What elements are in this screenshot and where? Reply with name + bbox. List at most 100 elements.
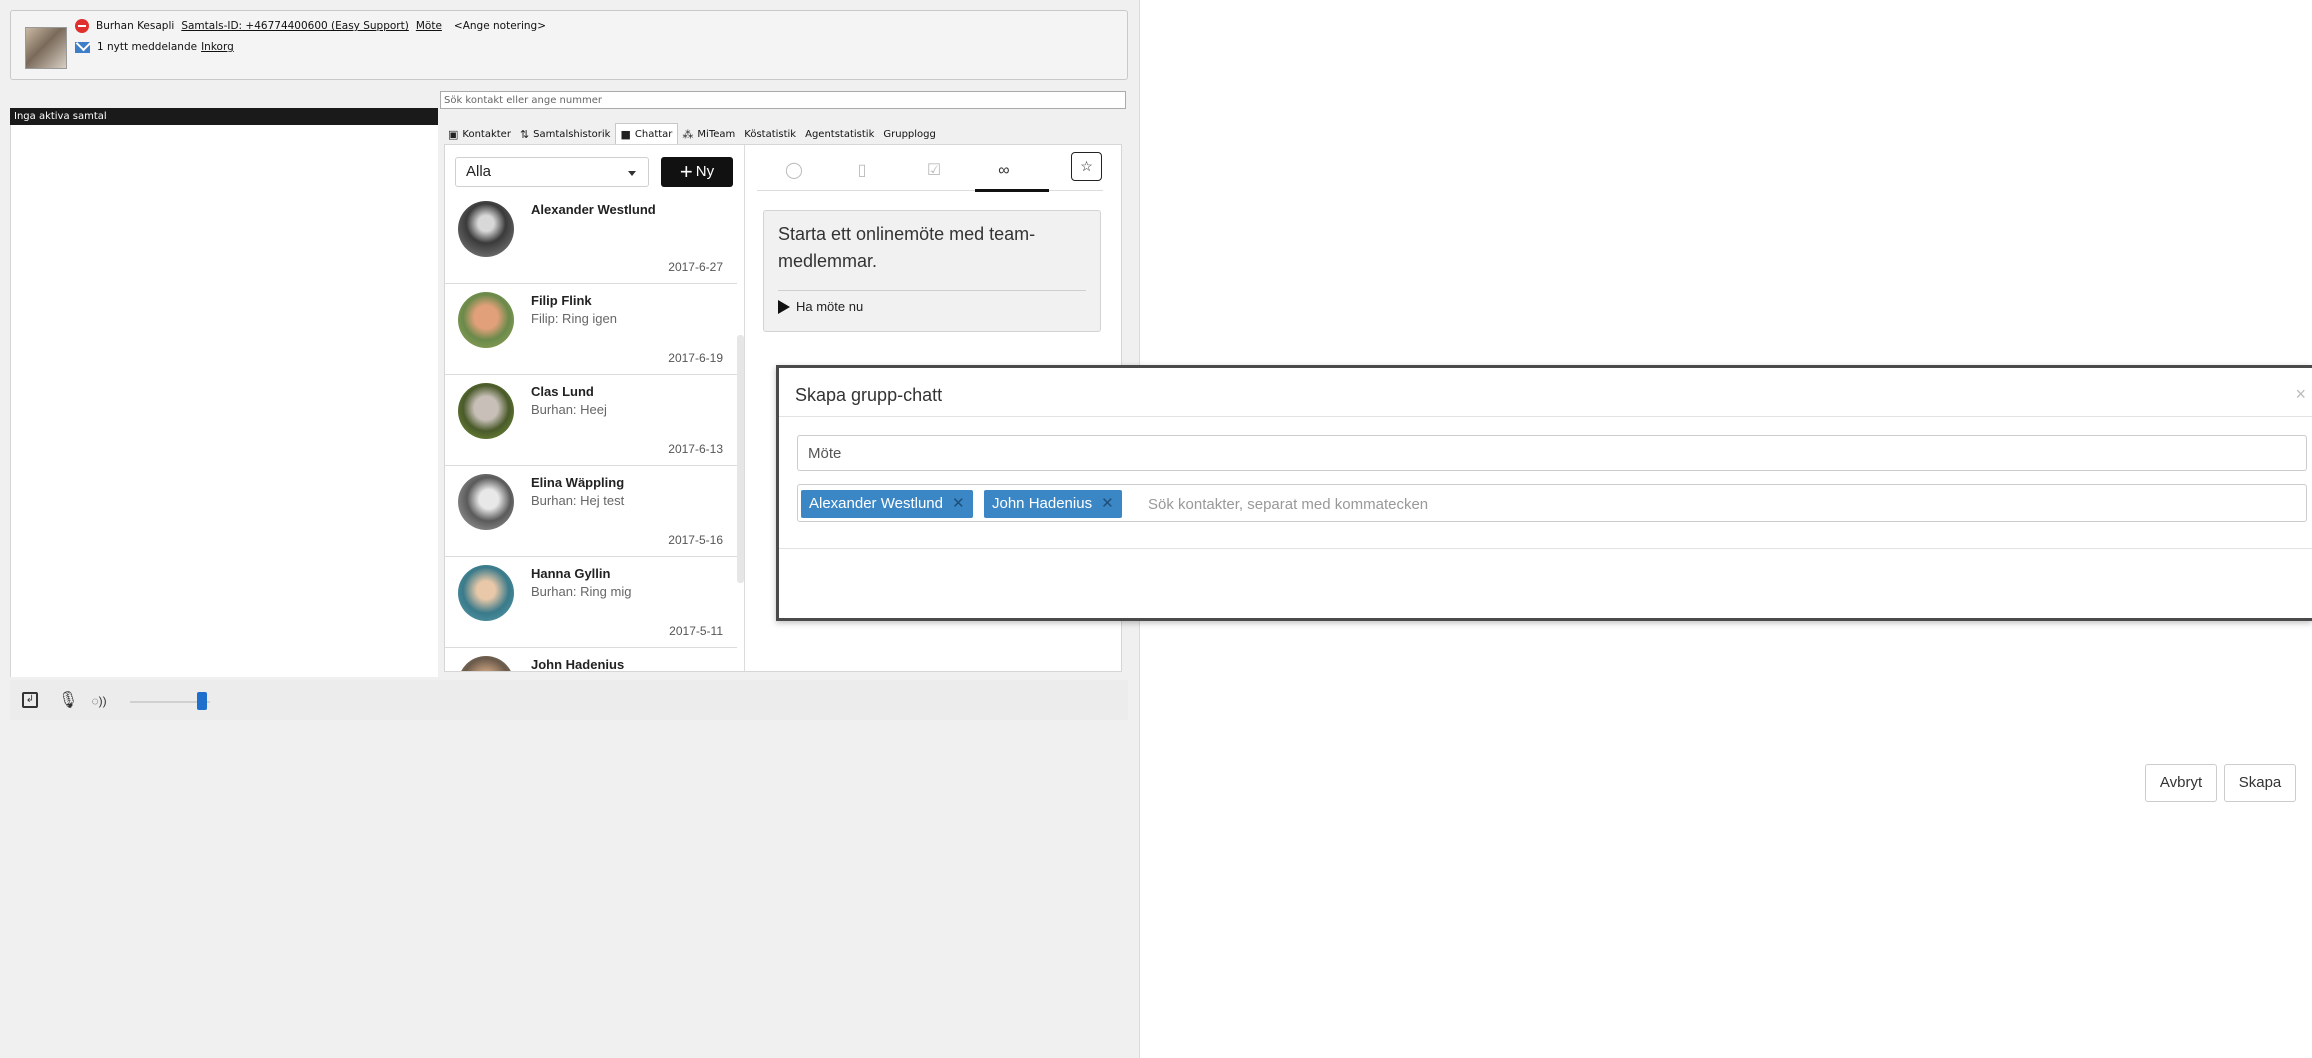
tab-label: Köstatistik [744,129,797,140]
caret-down-icon [628,171,636,176]
chat-date: 2017-6-27 [668,260,723,274]
call-info-line: Burhan Kesapli Samtals-ID: +46774400600 … [75,19,546,33]
tab-label: Chattar [634,128,673,140]
note-field[interactable]: <Ange notering> [454,20,546,32]
recipient-name: Alexander Westlund [809,495,943,512]
detail-icon-tabs: ◯ ▯ ☑ ∞ ☆ [757,151,1103,192]
volume-thumb[interactable] [197,692,207,710]
contacts-card-icon: ▣ [448,128,459,141]
create-group-chat-dialog: Skapa grupp-chatt × Alexander Westlund ✕ … [776,365,2312,802]
tab-group-log[interactable]: Grupplogg [879,125,941,144]
new-button-label: Ny [695,163,715,180]
chat-list-item[interactable]: Alexander Westlund 2017-6-27 [445,193,737,284]
call-history-icon: ⇅ [519,128,530,141]
team-settings-icon[interactable]: ☆ [1071,152,1102,181]
remove-recipient-icon[interactable]: ✕ [1101,495,1114,512]
main-tabs: ▣ Kontakter ⇅ Samtalshistorik ■ Chattar … [444,123,941,144]
online-meeting-card: Starta ett onlinemöte med team-medlemmar… [763,210,1101,332]
envelope-icon [75,41,90,53]
tab-call-history[interactable]: ⇅ Samtalshistorik [516,125,616,144]
tab-label: Grupplogg [883,129,936,140]
contact-avatar [458,565,514,621]
start-meeting-label: Ha möte nu [796,299,864,314]
close-icon[interactable]: × [2295,384,2306,405]
chat-contact-name: John Hadenius [531,657,625,672]
inbox-link[interactable]: Inkorg [201,41,234,53]
new-chat-button[interactable]: + Ny [661,157,733,187]
tab-label: MiTeam [697,129,736,140]
chat-bubble-tab-icon[interactable]: ◯ [779,159,809,183]
tab-label: Kontakter [462,129,511,140]
chat-contact-name: Alexander Westlund [531,202,656,217]
chat-date: 2017-6-19 [668,351,723,365]
status-bar: Burhan Kesapli Samtals-ID: +46774400600 … [10,10,1128,80]
contact-search-input[interactable] [440,91,1126,109]
chat-list-item[interactable]: Elina Wäppling Burhan: Hej test 2017-5-16 [445,466,737,557]
chat-last-message: Burhan: Heej [531,402,607,417]
chat-list-item[interactable]: Filip Flink Filip: Ring igen 2017-6-19 [445,284,737,375]
chat-contact-name: Hanna Gyllin [531,566,611,581]
phone-icon[interactable]: ↲ [22,692,38,708]
call-id-link[interactable]: Samtals-ID: +46774400600 (Easy Support) [181,20,409,32]
divider [779,416,2312,417]
divider [779,548,2312,549]
tab-contacts[interactable]: ▣ Kontakter [444,125,516,144]
filter-value: Alla [466,163,492,180]
chat-list-item[interactable]: John Hadenius [445,648,737,672]
chat-last-message: Burhan: Ring mig [531,584,632,599]
chat-contact-name: Clas Lund [531,384,594,399]
contact-avatar [458,292,514,348]
contact-avatar [458,383,514,439]
chat-date: 2017-5-11 [669,624,723,638]
chat-contact-name: Elina Wäppling [531,475,625,490]
chat-filter-select[interactable]: Alla [455,157,649,187]
active-tab-underline [975,189,1049,192]
remove-recipient-icon[interactable]: ✕ [952,495,965,512]
tab-agent-stats[interactable]: Agentstatistik [801,125,879,144]
recipient-search-input[interactable] [1148,490,1748,518]
volume-slider[interactable] [130,692,210,710]
chat-bubble-icon: ■ [620,127,631,141]
tab-queue-stats[interactable]: Köstatistik [740,125,801,144]
chat-list-item[interactable]: Hanna Gyllin Burhan: Ring mig 2017-5-11 [445,557,737,648]
chat-list-panel: Alla + Ny Alexander Westlund 2017-6-27 Fili… [445,145,745,672]
meeting-description: Starta ett onlinemöte med team-medlemmar… [778,224,1036,271]
plus-icon: + [679,159,693,184]
contact-avatar [458,201,514,257]
document-tab-icon[interactable]: ▯ [847,159,877,183]
chat-list-scroll[interactable]: Alexander Westlund 2017-6-27 Filip Flink Fi… [445,193,744,672]
microphone-icon[interactable]: 🎙 [58,692,78,710]
new-messages-text: 1 nytt meddelande [97,41,198,53]
meeting-link[interactable]: Möte [416,20,442,32]
contact-avatar [458,656,514,671]
chat-last-message: Filip: Ring igen [531,311,617,326]
meeting-tab-icon[interactable]: ∞ [989,159,1019,183]
tab-miteam[interactable]: ⁂ MiTeam [678,125,740,144]
chat-list-item[interactable]: Clas Lund Burhan: Heej 2017-6-13 [445,375,737,466]
active-calls-list [10,125,438,677]
user-avatar[interactable] [25,27,67,69]
do-not-disturb-icon[interactable] [75,19,89,33]
chat-list-scrollbar[interactable] [737,335,744,583]
recipient-name: John Hadenius [992,495,1093,512]
recipients-field[interactable]: Alexander Westlund ✕ John Hadenius ✕ [797,484,2307,522]
contact-avatar [458,474,514,530]
recipient-token: Alexander Westlund ✕ [801,490,973,518]
tab-chats[interactable]: ■ Chattar [615,123,679,144]
chat-last-message: Burhan: Hej test [531,493,625,508]
start-meeting-button[interactable]: Ha möte nu [778,299,863,314]
checkbox-tab-icon[interactable]: ☑ [919,159,949,183]
team-icon: ⁂ [682,128,694,141]
chat-date: 2017-6-13 [668,442,723,456]
tab-label: Agentstatistik [805,129,875,140]
speaker-icon[interactable]: ◌)) [90,692,108,710]
messages-line: 1 nytt meddelande Inkorg [75,41,234,53]
play-arrow-icon [778,299,790,314]
cancel-button[interactable]: Avbryt [2145,764,2217,802]
recipient-token: John Hadenius ✕ [984,490,1122,518]
dialog-title: Skapa grupp-chatt [795,385,943,405]
chat-name-input[interactable] [797,435,2307,471]
volume-fill [130,701,202,703]
application-window: Burhan Kesapli Samtals-ID: +46774400600 … [0,0,2312,1058]
create-button[interactable]: Skapa [2224,764,2296,802]
